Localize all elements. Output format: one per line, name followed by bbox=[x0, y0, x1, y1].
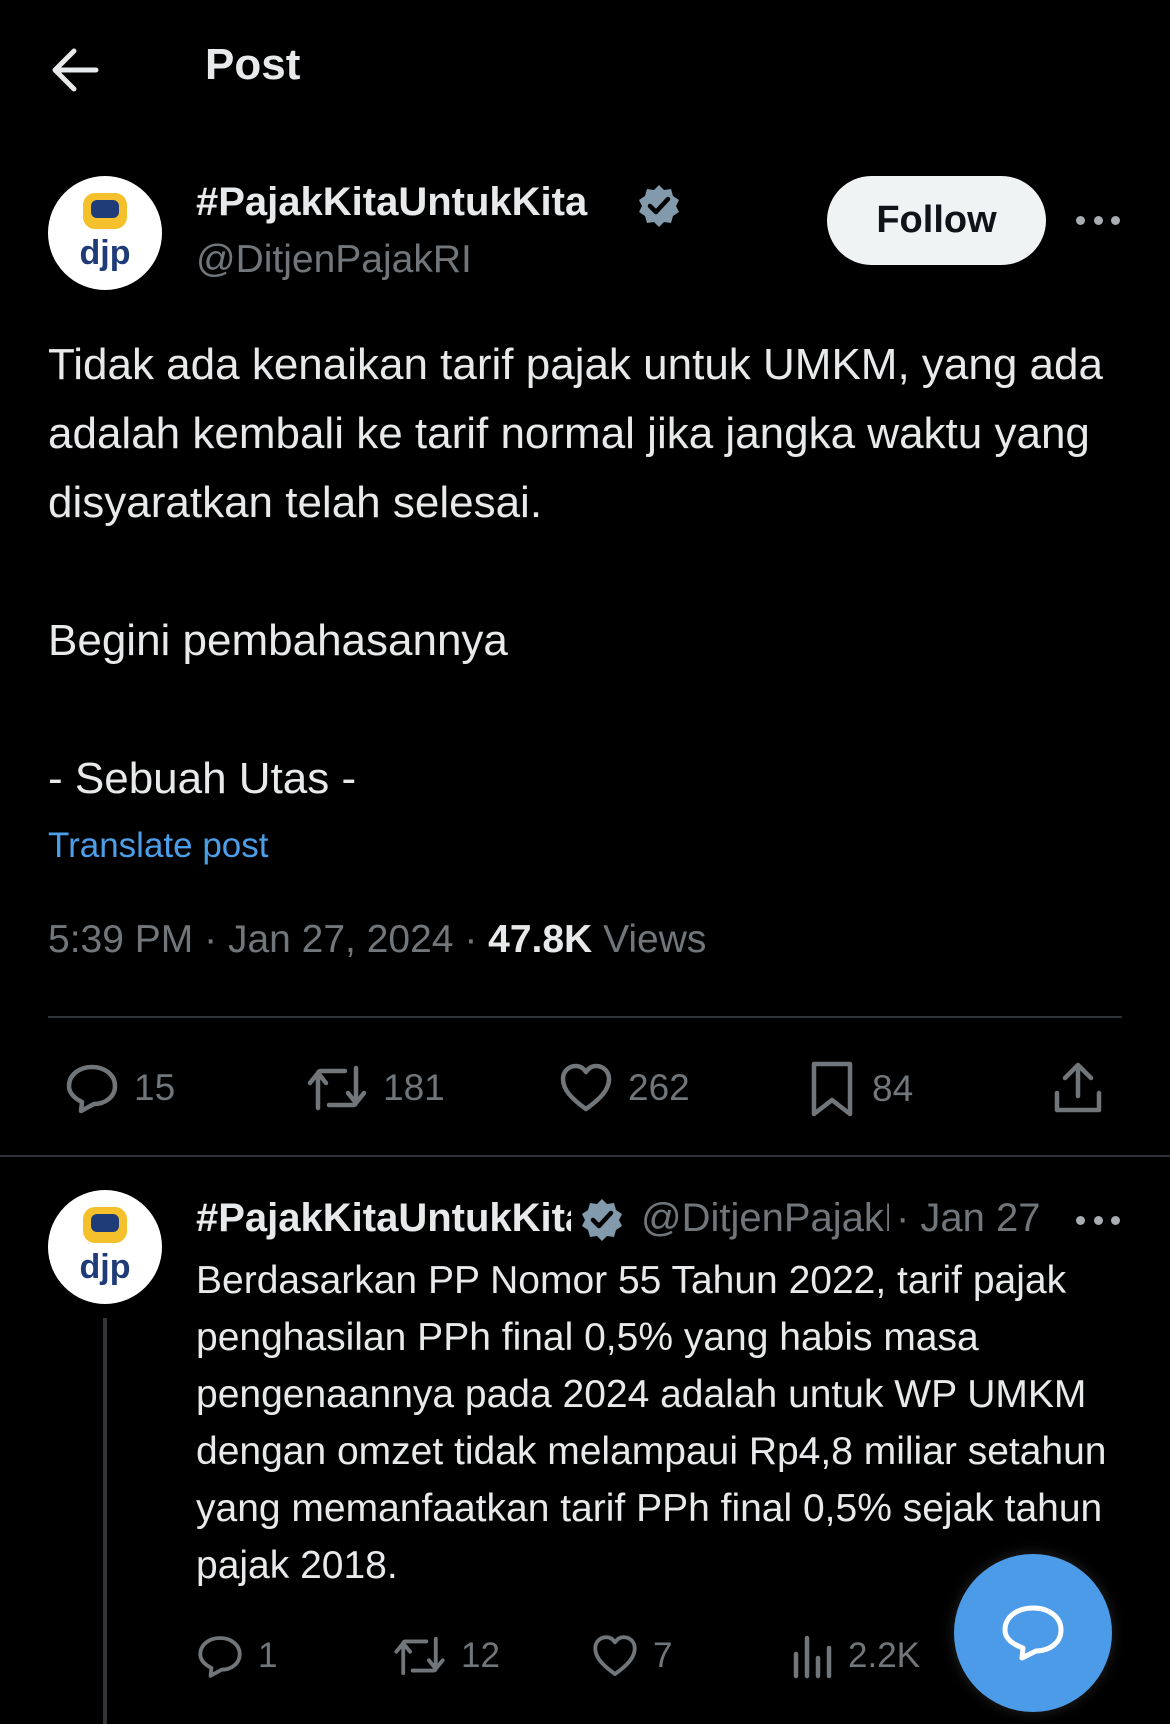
reply-more-options-icon[interactable] bbox=[1068, 1205, 1128, 1235]
divider bbox=[0, 1155, 1170, 1157]
heart-icon bbox=[593, 1635, 637, 1676]
reply-button[interactable]: 15 bbox=[64, 1060, 175, 1116]
reply-date[interactable]: · Jan 27 bbox=[896, 1196, 1041, 1241]
top-bar: Post bbox=[0, 0, 1170, 135]
post-metadata: 5:39 PM · Jan 27, 2024 · 47.8K Views bbox=[48, 918, 706, 962]
repost-count: 181 bbox=[383, 1067, 445, 1108]
post-text-paragraph: - Sebuah Utas - bbox=[48, 754, 357, 803]
more-options-icon[interactable] bbox=[1068, 205, 1128, 235]
author-name[interactable]: #PajakKitaUntukKita bbox=[196, 180, 587, 225]
heart-icon bbox=[560, 1063, 612, 1112]
reply-text: Berdasarkan PP Nomor 55 Tahun 2022, tari… bbox=[196, 1259, 1107, 1587]
post-text-paragraph: Begini pembahasannya bbox=[48, 616, 508, 665]
reply-reply-button[interactable]: 1 bbox=[196, 1632, 277, 1680]
post-time[interactable]: 5:39 PM bbox=[48, 918, 193, 961]
bookmark-icon bbox=[811, 1061, 853, 1117]
bookmark-button[interactable]: 84 bbox=[806, 1060, 913, 1118]
reply-author-handle[interactable]: @DitjenPajakRI bbox=[641, 1196, 889, 1241]
views-count: 47.8K bbox=[488, 918, 593, 961]
reply-count: 15 bbox=[134, 1067, 176, 1108]
floating-reply-button[interactable] bbox=[954, 1554, 1112, 1712]
reply-repost-count: 12 bbox=[461, 1636, 500, 1675]
reply-author-avatar[interactable]: djp bbox=[48, 1190, 162, 1304]
reply-author-name[interactable]: #PajakKitaUntukKita bbox=[196, 1196, 571, 1241]
views-label: Views bbox=[603, 918, 707, 961]
avatar-logo-text: djp bbox=[80, 234, 131, 272]
post-date[interactable]: Jan 27, 2024 bbox=[228, 918, 454, 961]
views-chart-icon bbox=[793, 1635, 832, 1679]
verified-badge-icon bbox=[579, 1197, 625, 1243]
repost-icon bbox=[307, 1065, 367, 1111]
reply-like-button[interactable]: 7 bbox=[591, 1632, 672, 1680]
bookmark-count: 84 bbox=[872, 1068, 914, 1109]
like-button[interactable]: 262 bbox=[558, 1060, 690, 1116]
meta-separator: · bbox=[464, 918, 478, 961]
avatar-logo-text: djp bbox=[80, 1248, 131, 1286]
thread-connector-line bbox=[103, 1318, 107, 1724]
post-text: Tidak ada kenaikan tarif pajak untuk UMK… bbox=[48, 330, 1128, 813]
author-handle[interactable]: @DitjenPajakRI bbox=[196, 238, 472, 282]
reply-icon bbox=[66, 1064, 118, 1114]
page-title: Post bbox=[205, 40, 301, 89]
reply-views-button[interactable]: 2.2K bbox=[790, 1632, 920, 1680]
reply-views-count: 2.2K bbox=[848, 1636, 920, 1675]
translate-post-link[interactable]: Translate post bbox=[48, 826, 268, 866]
reply-reply-count: 1 bbox=[258, 1636, 278, 1675]
share-icon bbox=[1054, 1062, 1102, 1113]
follow-button[interactable]: Follow bbox=[827, 176, 1046, 265]
verified-badge-icon bbox=[636, 183, 682, 229]
divider bbox=[48, 1016, 1122, 1018]
chat-bubble-icon bbox=[1002, 1605, 1064, 1661]
reply-repost-button[interactable]: 12 bbox=[392, 1632, 500, 1680]
repost-button[interactable]: 181 bbox=[305, 1060, 445, 1116]
meta-separator: · bbox=[204, 918, 218, 961]
author-avatar[interactable]: djp bbox=[48, 176, 162, 290]
share-button[interactable] bbox=[1052, 1060, 1104, 1116]
back-arrow-icon[interactable] bbox=[48, 44, 100, 96]
repost-icon bbox=[394, 1636, 445, 1676]
post-text-paragraph: Tidak ada kenaikan tarif pajak untuk UMK… bbox=[48, 340, 1103, 527]
reply-icon bbox=[198, 1636, 242, 1678]
reply-like-count: 7 bbox=[653, 1636, 673, 1675]
like-count: 262 bbox=[628, 1067, 690, 1108]
